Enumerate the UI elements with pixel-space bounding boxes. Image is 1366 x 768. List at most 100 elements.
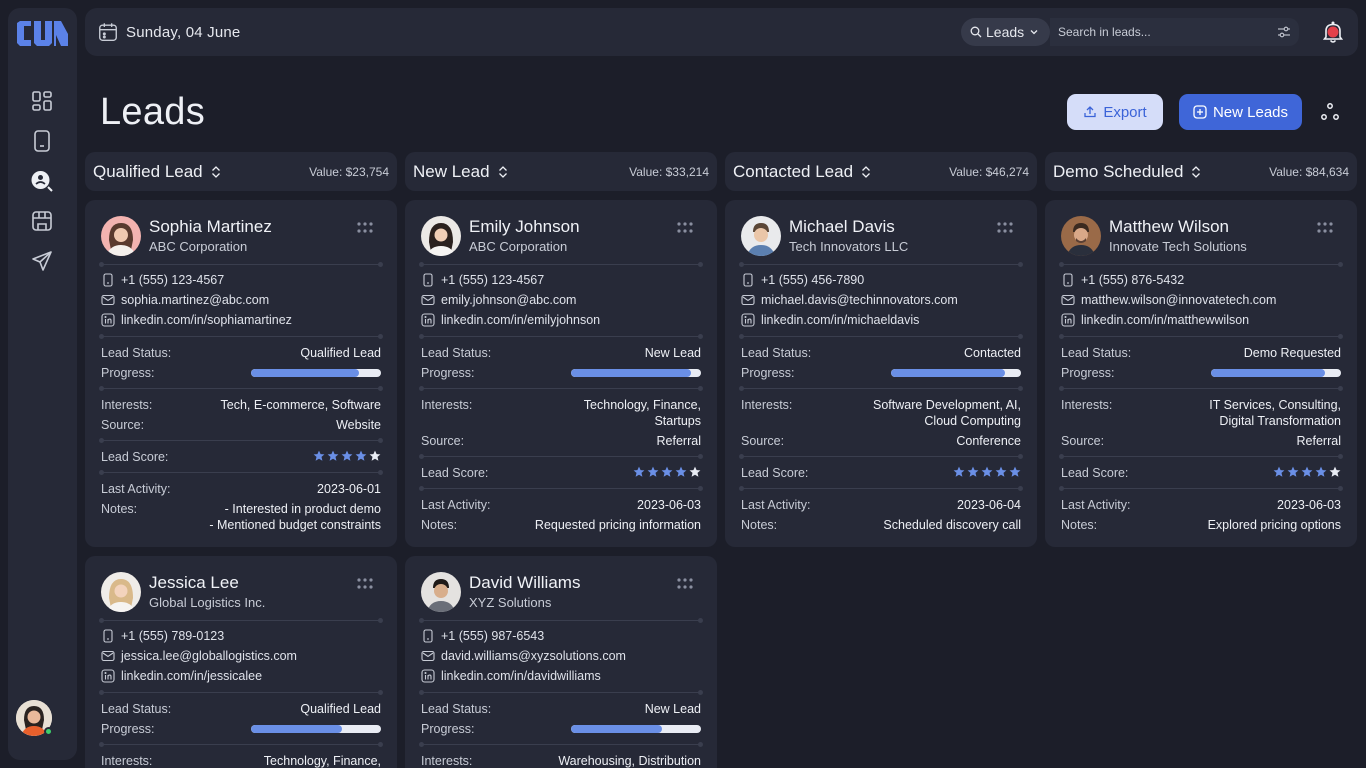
new-leads-button[interactable]: New Leads <box>1179 94 1302 130</box>
divider <box>99 438 383 443</box>
divider <box>1059 334 1343 339</box>
mobile-icon[interactable] <box>29 128 55 154</box>
new-leads-label: New Leads <box>1212 103 1289 121</box>
lead-card[interactable]: Jessica Lee Global Logistics Inc. +1 (55… <box>85 556 397 768</box>
contact-linkedin[interactable]: linkedin.com/in/davidwilliams <box>421 669 601 683</box>
source-row: Source: Website <box>101 417 381 433</box>
phone-text: +1 (555) 123-4567 <box>121 273 225 287</box>
star-empty-icon <box>369 450 381 461</box>
sort-icon[interactable] <box>496 165 510 179</box>
filter-icon[interactable] <box>1277 25 1291 39</box>
divider <box>1059 386 1343 391</box>
interests-line: Cloud Computing <box>924 414 1021 428</box>
contact-email[interactable]: sophia.martinez@abc.com <box>101 293 269 307</box>
contact-email[interactable]: michael.davis@techinnovators.com <box>741 293 958 307</box>
contact-linkedin[interactable]: linkedin.com/in/matthewwilson <box>1061 313 1249 327</box>
status-label: Lead Status: <box>101 346 172 360</box>
lead-name: David Williams <box>469 572 581 592</box>
sort-icon[interactable] <box>209 165 223 179</box>
page-title: Leads <box>100 91 206 133</box>
email-text: david.williams@xyzsolutions.com <box>441 649 626 663</box>
drag-handle-icon[interactable] <box>1317 222 1333 234</box>
lead-card[interactable]: Matthew Wilson Innovate Tech Solutions +… <box>1045 200 1357 547</box>
contact-email[interactable]: david.williams@xyzsolutions.com <box>421 649 626 663</box>
sort-icon[interactable] <box>859 165 873 179</box>
divider <box>99 334 383 339</box>
lead-company: Global Logistics Inc. <box>149 594 266 610</box>
search-field <box>1050 18 1299 46</box>
source-label: Source: <box>741 434 785 448</box>
contact-linkedin[interactable]: linkedin.com/in/emilyjohnson <box>421 313 600 327</box>
progress-label: Progress: <box>101 722 155 736</box>
lead-card[interactable]: Sophia Martinez ABC Corporation +1 (555)… <box>85 200 397 547</box>
date-display: Sunday, 04 June <box>97 21 240 43</box>
linkedin-icon <box>101 313 115 327</box>
export-button[interactable]: Export <box>1067 94 1163 130</box>
contact-linkedin[interactable]: linkedin.com/in/jessicalee <box>101 669 262 683</box>
drag-handle-icon[interactable] <box>357 222 373 234</box>
activity-label: Last Activity: <box>421 498 491 512</box>
lead-card[interactable]: David Williams XYZ Solutions +1 (555) 98… <box>405 556 717 768</box>
drag-handle-icon[interactable] <box>677 222 693 234</box>
interests-value: Technology, Finance, Startups <box>584 397 701 429</box>
lead-card[interactable]: Emily Johnson ABC Corporation +1 (555) 1… <box>405 200 717 547</box>
progress-row: Progress: <box>421 365 701 381</box>
star-filled-icon <box>327 450 339 461</box>
bell-icon[interactable] <box>1321 20 1345 44</box>
divider <box>739 486 1023 491</box>
star-filled-icon <box>967 466 979 477</box>
progress-bar <box>571 725 701 733</box>
email-text: matthew.wilson@innovatetech.com <box>1081 293 1277 307</box>
store-icon[interactable] <box>29 208 55 234</box>
drag-handle-icon[interactable] <box>997 222 1013 234</box>
lead-name: Matthew Wilson <box>1109 216 1229 236</box>
notes-label: Notes: <box>421 518 458 532</box>
star-rating <box>953 466 1021 481</box>
phone-icon <box>1063 273 1073 287</box>
progress-row: Progress: <box>101 365 381 381</box>
star-filled-icon <box>1273 466 1285 477</box>
star-filled-icon <box>633 466 645 477</box>
source-value: Referral <box>656 434 701 448</box>
drag-handle-icon[interactable] <box>677 578 693 590</box>
dashboard-icon[interactable] <box>29 88 55 114</box>
contact-phone: +1 (555) 876-5432 <box>1061 273 1184 287</box>
calendar-icon <box>99 23 117 41</box>
progress-label: Progress: <box>421 366 475 380</box>
contact-phone: +1 (555) 789-0123 <box>101 629 224 643</box>
search-input[interactable] <box>1058 22 1268 42</box>
sort-icon[interactable] <box>1189 165 1203 179</box>
star-filled-icon <box>341 450 353 461</box>
column-title: Demo Scheduled <box>1053 161 1184 181</box>
send-icon[interactable] <box>29 248 55 274</box>
divider <box>419 262 703 267</box>
contact-email[interactable]: matthew.wilson@innovatetech.com <box>1061 293 1276 307</box>
linkedin-icon <box>101 669 115 683</box>
divider <box>419 386 703 391</box>
lead-photo <box>1061 216 1101 256</box>
app-logo[interactable] <box>16 20 69 48</box>
score-label: Lead Score: <box>101 450 169 464</box>
contact-linkedin[interactable]: linkedin.com/in/michaeldavis <box>741 313 919 327</box>
lead-photo <box>101 216 141 256</box>
search-scope-dropdown[interactable]: Leads <box>961 18 1050 46</box>
contact-linkedin[interactable]: linkedin.com/in/sophiamartinez <box>101 313 292 327</box>
user-search-icon[interactable] <box>29 168 55 194</box>
more-options-icon[interactable] <box>1320 102 1340 122</box>
drag-handle-icon[interactable] <box>357 578 373 590</box>
star-filled-icon <box>661 466 673 477</box>
interests-row: Interests: IT Services, Consulting, Digita… <box>1061 397 1341 429</box>
activity-label: Last Activity: <box>101 482 171 496</box>
status-value: New Lead <box>644 702 701 716</box>
progress-bar <box>571 369 701 377</box>
progress-bar <box>251 369 381 377</box>
column-value: Value: $23,754 <box>309 164 389 179</box>
linkedin-text: linkedin.com/in/sophiamartinez <box>121 313 292 327</box>
lead-card[interactable]: Michael Davis Tech Innovators LLC +1 (55… <box>725 200 1037 547</box>
notes-row: Notes: - Interested in product demo - Ment… <box>101 501 381 533</box>
progress-fill <box>1211 369 1326 377</box>
contact-email[interactable]: jessica.lee@globallogistics.com <box>101 649 297 663</box>
notes-row: Notes: Explored pricing options <box>1061 517 1341 533</box>
status-row: Lead Status: New Lead <box>421 701 701 717</box>
contact-email[interactable]: emily.johnson@abc.com <box>421 293 576 307</box>
